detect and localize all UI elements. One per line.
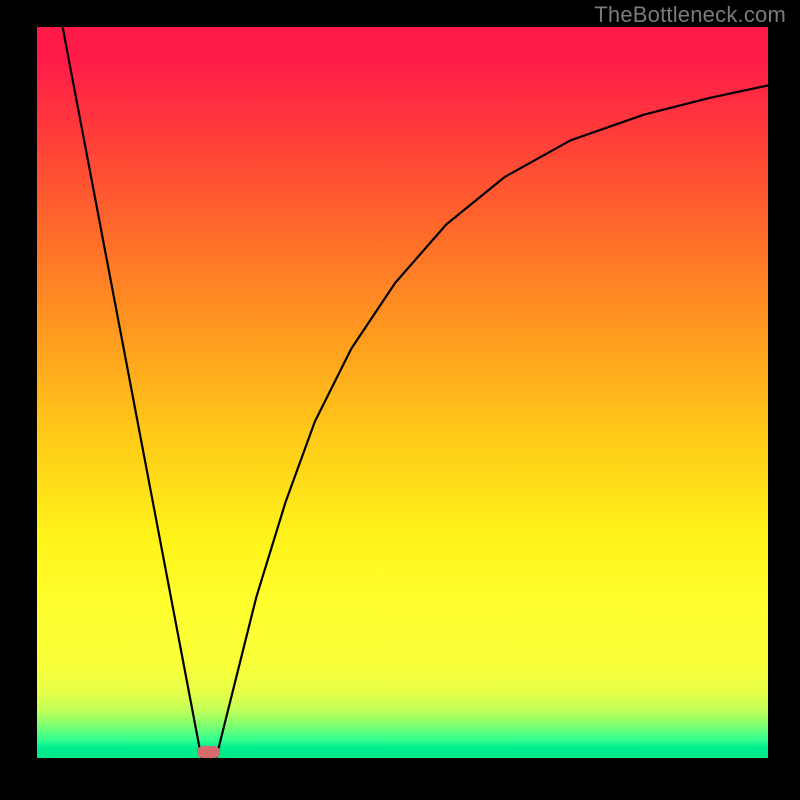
chart-container: TheBottleneck.com [0, 0, 800, 800]
watermark-text: TheBottleneck.com [594, 2, 786, 28]
bottleneck-curve [37, 27, 768, 758]
optimum-marker [197, 746, 220, 758]
plot-area [37, 27, 768, 758]
